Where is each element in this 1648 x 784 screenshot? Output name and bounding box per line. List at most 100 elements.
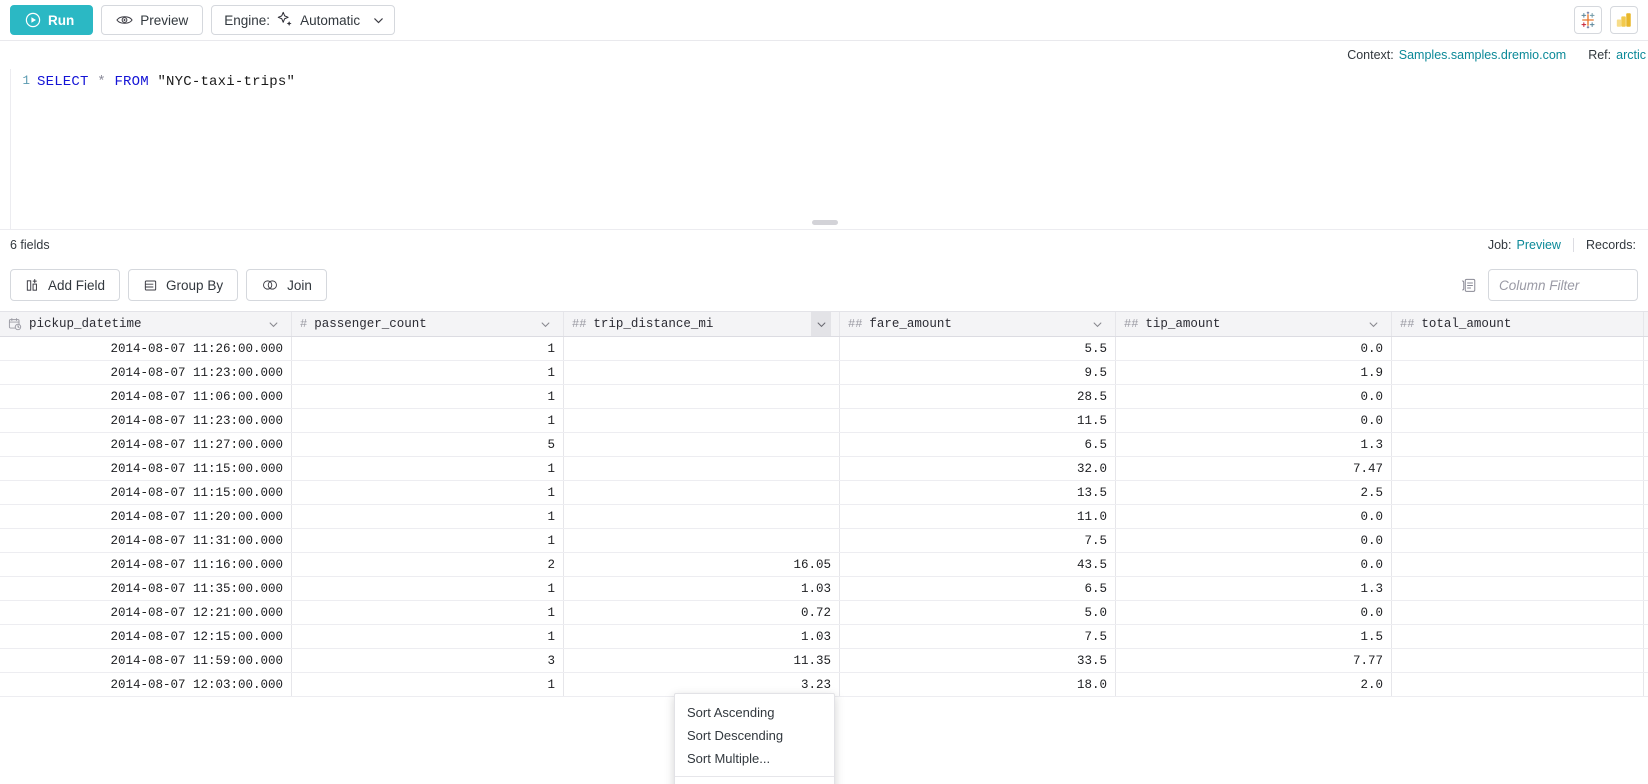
chevron-down-icon[interactable] <box>1087 312 1107 336</box>
cell-total_amount[interactable] <box>1392 649 1644 672</box>
chevron-down-icon[interactable] <box>1363 312 1383 336</box>
cell-pickup_datetime[interactable]: 2014-08-07 11:20:00.000 <box>0 505 292 528</box>
cell-passenger_count[interactable]: 1 <box>292 385 564 408</box>
table-row[interactable]: 2014-08-07 11:20:00.000 1 11.0 0.0 <box>0 505 1648 529</box>
cell-trip_distance_mi[interactable]: 0.72 <box>564 601 840 624</box>
cell-pickup_datetime[interactable]: 2014-08-07 12:21:00.000 <box>0 601 292 624</box>
cell-total_amount[interactable] <box>1392 601 1644 624</box>
cell-total_amount[interactable] <box>1392 457 1644 480</box>
cell-pickup_datetime[interactable]: 2014-08-07 11:26:00.000 <box>0 337 292 360</box>
column-filter-input[interactable]: Column Filter <box>1488 269 1638 301</box>
chevron-down-icon[interactable] <box>811 312 831 336</box>
cell-fare_amount[interactable]: 28.5 <box>840 385 1116 408</box>
table-row[interactable]: 2014-08-07 11:26:00.000 1 5.5 0.0 <box>0 337 1648 361</box>
cell-passenger_count[interactable]: 1 <box>292 337 564 360</box>
cell-fare_amount[interactable]: 33.5 <box>840 649 1116 672</box>
add-field-button[interactable]: Add Field <box>10 269 121 301</box>
menu-item-sort-descending[interactable]: Sort Descending <box>675 724 834 747</box>
column-header-tip-amount[interactable]: ## tip_amount <box>1116 312 1392 336</box>
cell-pickup_datetime[interactable]: 2014-08-07 12:15:00.000 <box>0 625 292 648</box>
copy-icon[interactable] <box>1459 276 1478 295</box>
cell-tip_amount[interactable]: 0.0 <box>1116 505 1392 528</box>
column-header-fare-amount[interactable]: ## fare_amount <box>840 312 1116 336</box>
cell-passenger_count[interactable]: 1 <box>292 577 564 600</box>
cell-fare_amount[interactable]: 6.5 <box>840 433 1116 456</box>
cell-passenger_count[interactable]: 1 <box>292 673 564 696</box>
cell-total_amount[interactable] <box>1392 577 1644 600</box>
cell-passenger_count[interactable]: 1 <box>292 505 564 528</box>
cell-passenger_count[interactable]: 3 <box>292 649 564 672</box>
cell-passenger_count[interactable]: 1 <box>292 409 564 432</box>
tableau-icon[interactable] <box>1574 6 1602 34</box>
cell-pickup_datetime[interactable]: 2014-08-07 11:27:00.000 <box>0 433 292 456</box>
table-row[interactable]: 2014-08-07 11:15:00.000 1 32.0 7.47 <box>0 457 1648 481</box>
cell-trip_distance_mi[interactable] <box>564 361 840 384</box>
cell-total_amount[interactable] <box>1392 625 1644 648</box>
cell-pickup_datetime[interactable]: 2014-08-07 11:23:00.000 <box>0 361 292 384</box>
cell-pickup_datetime[interactable]: 2014-08-07 11:23:00.000 <box>0 409 292 432</box>
group-by-button[interactable]: Group By <box>128 269 239 301</box>
cell-pickup_datetime[interactable]: 2014-08-07 11:15:00.000 <box>0 457 292 480</box>
cell-total_amount[interactable] <box>1392 481 1644 504</box>
cell-passenger_count[interactable]: 1 <box>292 625 564 648</box>
ref-value-link[interactable]: arctic <box>1616 48 1646 62</box>
cell-passenger_count[interactable]: 1 <box>292 481 564 504</box>
table-row[interactable]: 2014-08-07 11:23:00.000 1 11.5 0.0 <box>0 409 1648 433</box>
cell-total_amount[interactable] <box>1392 505 1644 528</box>
column-header-pickup-datetime[interactable]: pickup_datetime <box>0 312 292 336</box>
cell-tip_amount[interactable]: 2.0 <box>1116 673 1392 696</box>
cell-fare_amount[interactable]: 11.5 <box>840 409 1116 432</box>
cell-tip_amount[interactable]: 2.5 <box>1116 481 1392 504</box>
editor-resize-handle[interactable] <box>811 220 838 225</box>
cell-fare_amount[interactable]: 5.5 <box>840 337 1116 360</box>
sql-editor[interactable]: 1 SELECT * FROM "NYC-taxi-trips" <box>10 69 1638 229</box>
cell-passenger_count[interactable]: 1 <box>292 457 564 480</box>
cell-trip_distance_mi[interactable] <box>564 433 840 456</box>
table-row[interactable]: 2014-08-07 12:21:00.000 1 0.72 5.0 0.0 <box>0 601 1648 625</box>
cell-trip_distance_mi[interactable] <box>564 505 840 528</box>
cell-pickup_datetime[interactable]: 2014-08-07 11:16:00.000 <box>0 553 292 576</box>
sql-code[interactable]: SELECT * FROM "NYC-taxi-trips" <box>37 74 295 90</box>
table-row[interactable]: 2014-08-07 12:15:00.000 1 1.03 7.5 1.5 <box>0 625 1648 649</box>
cell-fare_amount[interactable]: 6.5 <box>840 577 1116 600</box>
cell-total_amount[interactable] <box>1392 553 1644 576</box>
cell-pickup_datetime[interactable]: 2014-08-07 11:31:00.000 <box>0 529 292 552</box>
cell-tip_amount[interactable]: 0.0 <box>1116 529 1392 552</box>
column-header-passenger-count[interactable]: # passenger_count <box>292 312 564 336</box>
engine-selector[interactable]: Engine: Automatic <box>211 5 396 35</box>
cell-trip_distance_mi[interactable] <box>564 385 840 408</box>
cell-total_amount[interactable] <box>1392 673 1644 696</box>
table-row[interactable]: 2014-08-07 11:31:00.000 1 7.5 0.0 <box>0 529 1648 553</box>
cell-tip_amount[interactable]: 7.77 <box>1116 649 1392 672</box>
run-button[interactable]: Run <box>10 5 94 35</box>
cell-passenger_count[interactable]: 1 <box>292 601 564 624</box>
chevron-down-icon[interactable] <box>535 312 555 336</box>
cell-total_amount[interactable] <box>1392 361 1644 384</box>
cell-tip_amount[interactable]: 1.5 <box>1116 625 1392 648</box>
chevron-down-icon[interactable] <box>263 312 283 336</box>
cell-trip_distance_mi[interactable] <box>564 457 840 480</box>
cell-tip_amount[interactable]: 1.3 <box>1116 433 1392 456</box>
cell-trip_distance_mi[interactable]: 1.03 <box>564 577 840 600</box>
cell-tip_amount[interactable]: 0.0 <box>1116 409 1392 432</box>
table-row[interactable]: 2014-08-07 11:06:00.000 1 28.5 0.0 <box>0 385 1648 409</box>
table-row[interactable]: 2014-08-07 11:59:00.000 3 11.35 33.5 7.77 <box>0 649 1648 673</box>
cell-trip_distance_mi[interactable] <box>564 337 840 360</box>
cell-total_amount[interactable] <box>1392 337 1644 360</box>
cell-total_amount[interactable] <box>1392 433 1644 456</box>
column-header-total-amount[interactable]: ## total_amount <box>1392 312 1644 336</box>
cell-passenger_count[interactable]: 1 <box>292 529 564 552</box>
cell-tip_amount[interactable]: 0.0 <box>1116 337 1392 360</box>
cell-passenger_count[interactable]: 1 <box>292 361 564 384</box>
cell-trip_distance_mi[interactable]: 1.03 <box>564 625 840 648</box>
powerbi-icon[interactable] <box>1610 6 1638 34</box>
cell-total_amount[interactable] <box>1392 409 1644 432</box>
table-row[interactable]: 2014-08-07 11:35:00.000 1 1.03 6.5 1.3 <box>0 577 1648 601</box>
cell-pickup_datetime[interactable]: 2014-08-07 12:03:00.000 <box>0 673 292 696</box>
cell-total_amount[interactable] <box>1392 529 1644 552</box>
table-row[interactable]: 2014-08-07 11:16:00.000 2 16.05 43.5 0.0 <box>0 553 1648 577</box>
cell-trip_distance_mi[interactable]: 16.05 <box>564 553 840 576</box>
cell-fare_amount[interactable]: 32.0 <box>840 457 1116 480</box>
column-header-trip-distance-mi[interactable]: ## trip_distance_mi <box>564 312 840 336</box>
menu-item-sort-ascending[interactable]: Sort Ascending <box>675 701 834 724</box>
